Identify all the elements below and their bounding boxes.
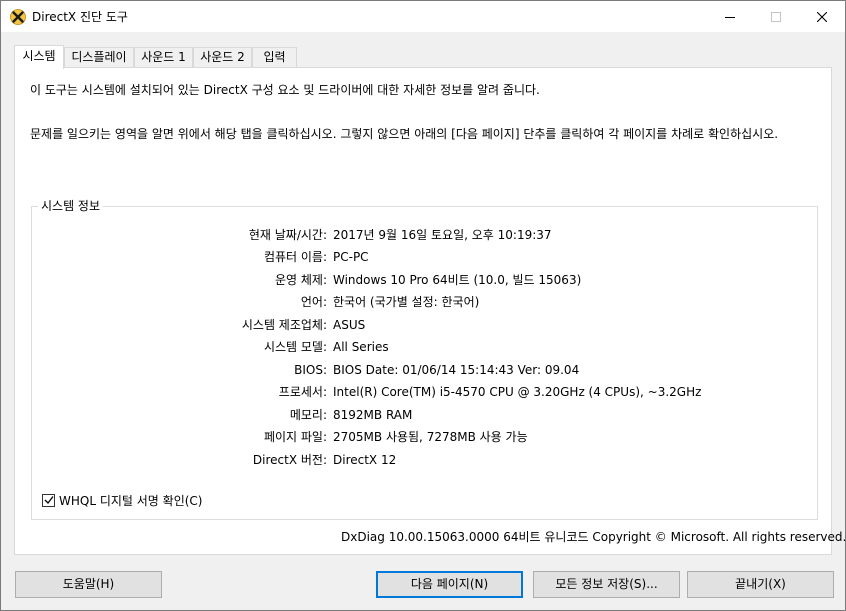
info-value: All Series: [333, 340, 389, 354]
info-label: 프로세서:: [278, 385, 327, 399]
close-icon: [817, 11, 827, 22]
directx-icon: [10, 9, 26, 25]
info-value: Intel(R) Core(TM) i5-4570 CPU @ 3.20GHz …: [333, 385, 702, 399]
info-value: DirectX 12: [333, 453, 397, 467]
close-button[interactable]: [799, 1, 845, 32]
tab-sound-1[interactable]: 사운드 1: [134, 47, 193, 67]
info-value: 2017년 9월 16일 토요일, 오후 10:19:37: [333, 228, 552, 242]
info-row-processor: 프로세서: Intel(R) Core(TM) i5-4570 CPU @ 3.…: [32, 383, 817, 401]
info-label: BIOS:: [294, 363, 327, 377]
system-info-group: 시스템 정보 현재 날짜/시간: 2017년 9월 16일 토요일, 오후 10…: [31, 198, 818, 520]
window-title: DirectX 진단 도구: [32, 10, 128, 24]
help-button[interactable]: 도움말(H): [15, 571, 162, 598]
info-row-manufacturer: 시스템 제조업체: ASUS: [32, 316, 817, 334]
maximize-icon: [771, 11, 781, 22]
next-page-button[interactable]: 다음 페이지(N): [376, 571, 523, 598]
minimize-icon: [725, 16, 735, 18]
info-row-computer-name: 컴퓨터 이름: PC-PC: [32, 248, 817, 266]
maximize-button: [753, 1, 799, 32]
info-row-os: 운영 체제: Windows 10 Pro 64비트 (10.0, 빌드 150…: [32, 271, 817, 289]
dxdiag-window: DirectX 진단 도구 시스템 디스플레이 사운드 1 사운드 2 입력 이…: [0, 0, 846, 611]
save-all-info-button[interactable]: 모든 정보 저장(S)...: [533, 571, 680, 598]
minimize-button[interactable]: [707, 1, 753, 32]
info-row-model: 시스템 모델: All Series: [32, 338, 817, 356]
system-info-title: 시스템 정보: [38, 198, 104, 214]
info-value: 2705MB 사용됨, 7278MB 사용 가능: [333, 430, 528, 444]
info-row-directx-version: DirectX 버전: DirectX 12: [32, 451, 817, 469]
info-value: Windows 10 Pro 64비트 (10.0, 빌드 15063): [333, 273, 582, 287]
info-row-bios: BIOS: BIOS Date: 01/06/14 15:14:43 Ver: …: [32, 361, 817, 379]
info-row-page-file: 페이지 파일: 2705MB 사용됨, 7278MB 사용 가능: [32, 428, 817, 446]
info-label: 페이지 파일:: [263, 430, 327, 444]
tab-system[interactable]: 시스템: [14, 45, 64, 69]
info-label: 언어:: [300, 295, 327, 309]
info-label: 컴퓨터 이름:: [263, 250, 327, 264]
info-label: 시스템 제조업체:: [241, 318, 327, 332]
info-label: 메모리:: [289, 408, 327, 422]
whql-checkbox-box[interactable]: [42, 493, 55, 507]
info-row-memory: 메모리: 8192MB RAM: [32, 406, 817, 424]
info-value: ASUS: [333, 318, 366, 332]
exit-button[interactable]: 끝내기(X): [687, 571, 834, 598]
instruction-text: 문제를 일으키는 영역을 알면 위에서 해당 탭을 클릭하십시오. 그렇지 않으…: [30, 127, 779, 141]
info-value: PC-PC: [333, 250, 369, 264]
info-value: 8192MB RAM: [333, 408, 413, 422]
title-bar[interactable]: DirectX 진단 도구: [1, 1, 845, 32]
intro-text: 이 도구는 시스템에 설치되어 있는 DirectX 구성 요소 및 드라이버에…: [30, 83, 540, 97]
info-label: 운영 체제:: [274, 273, 327, 287]
checkmark-icon: [44, 496, 54, 504]
info-value: BIOS Date: 01/06/14 15:14:43 Ver: 09.04: [333, 363, 580, 377]
info-value: 한국어 (국가별 설정: 한국어): [333, 295, 480, 309]
system-tab-panel: 이 도구는 시스템에 설치되어 있는 DirectX 구성 요소 및 드라이버에…: [14, 67, 832, 555]
version-copyright-text: DxDiag 10.00.15063.0000 64비트 유니코드 Copyri…: [341, 530, 846, 544]
info-row-language: 언어: 한국어 (국가별 설정: 한국어): [32, 293, 817, 311]
info-label: 현재 날짜/시간:: [248, 228, 327, 242]
tab-input[interactable]: 입력: [252, 47, 297, 67]
info-row-datetime: 현재 날짜/시간: 2017년 9월 16일 토요일, 오후 10:19:37: [32, 226, 817, 244]
info-label: DirectX 버전:: [252, 453, 327, 467]
whql-checkbox-label[interactable]: WHQL 디지털 서명 확인(C): [59, 492, 203, 509]
tab-display[interactable]: 디스플레이: [64, 47, 134, 67]
whql-checkbox[interactable]: WHQL 디지털 서명 확인(C): [42, 492, 203, 508]
info-label: 시스템 모델:: [263, 340, 327, 354]
tab-sound-2[interactable]: 사운드 2: [193, 47, 252, 67]
